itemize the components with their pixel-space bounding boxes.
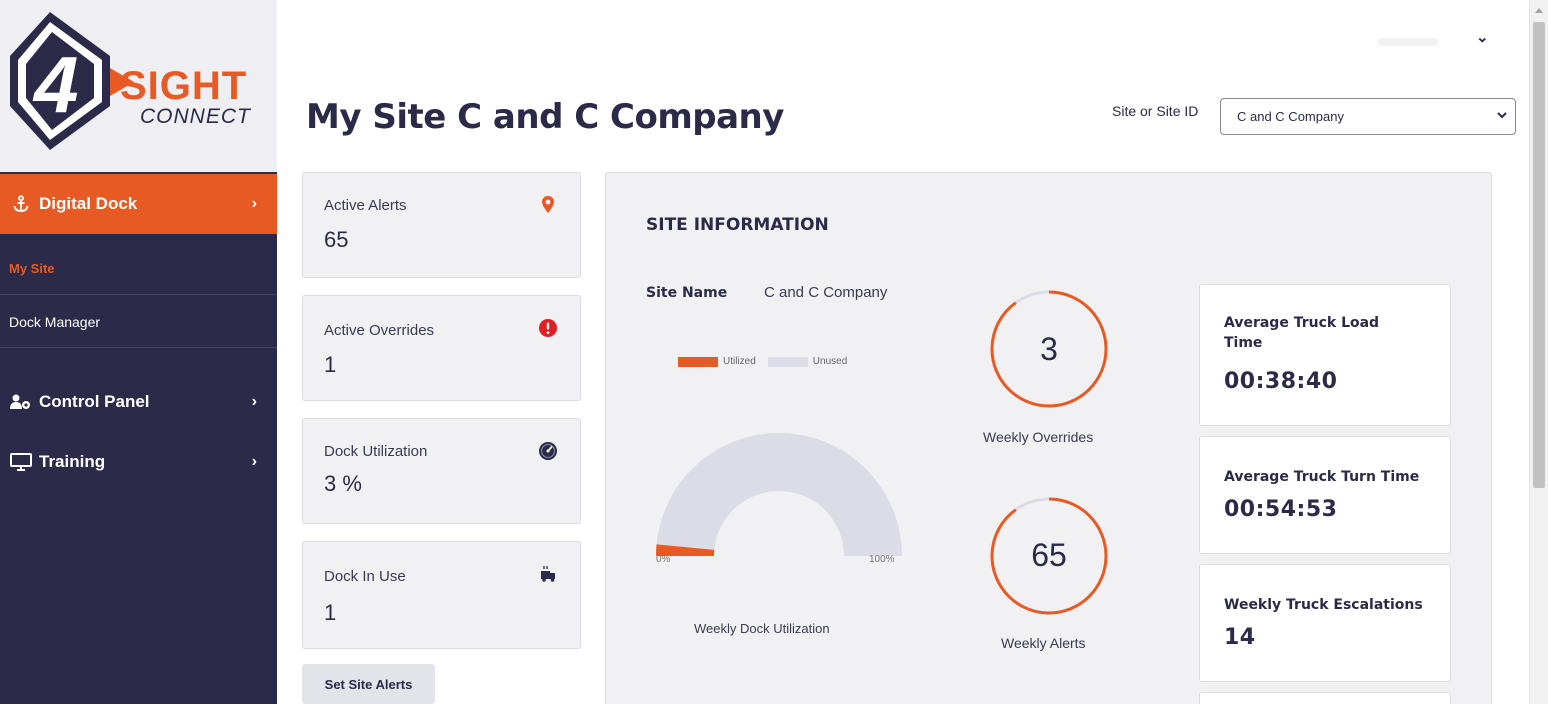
stat-value: 1 <box>324 600 337 625</box>
user-name[interactable] <box>1378 38 1438 46</box>
chevron-down-icon <box>1497 112 1507 119</box>
sidebar-item-label: My Site <box>9 261 55 276</box>
weekly-alerts-value: 65 <box>1031 537 1067 573</box>
logo[interactable]: 4 SIGHT CONNECT <box>0 0 277 172</box>
alert-circle-icon <box>539 319 557 337</box>
chevron-right-icon: › <box>251 453 257 470</box>
weekly-overrides-value: 3 <box>1040 331 1058 367</box>
legend-label-utilized: Utilized <box>723 356 756 367</box>
weekly-overrides-caption: Weekly Overrides <box>983 429 1094 445</box>
sidebar-item-label: Digital Dock <box>39 194 138 213</box>
metric-label: Weekly Truck Escalations <box>1224 597 1423 613</box>
metric-card-partial <box>1199 692 1451 704</box>
gauge-unused-arc <box>656 433 902 556</box>
gauge-icon <box>539 442 557 460</box>
dock-utilization-card[interactable]: Dock Utilization 3 % <box>302 418 581 524</box>
sidebar: 4 SIGHT CONNECT Digital Dock › My Site D… <box>0 0 277 704</box>
gauge-caption: Weekly Dock Utilization <box>694 621 830 636</box>
average-truck-turn-time-card: Average Truck Turn Time 00:54:53 <box>1199 436 1451 554</box>
page-title: My Site C and C Company <box>306 97 784 137</box>
chevron-right-icon: › <box>251 195 257 212</box>
metric-label: Average Truck Load Time <box>1224 315 1380 351</box>
sidebar-item-label: Dock Manager <box>9 313 101 330</box>
map-pin-icon <box>542 196 554 213</box>
gauge-min-label: 0% <box>656 554 671 565</box>
weekly-truck-escalations-card: Weekly Truck Escalations 14 <box>1199 564 1451 682</box>
chevron-down-icon[interactable]: ⌄ <box>1476 28 1489 46</box>
dock-utilization-gauge <box>656 433 902 556</box>
legend-label-unused: Unused <box>812 356 848 367</box>
site-name-value: C and C Company <box>764 284 888 301</box>
users-gear-icon <box>9 392 33 412</box>
site-select-label: Site or Site ID <box>1112 103 1199 119</box>
legend-swatch-utilized <box>678 356 718 367</box>
gauge-legend: Utilized Unused <box>678 356 847 367</box>
sidebar-item-label: Control Panel <box>39 392 150 411</box>
legend-swatch-unused <box>767 356 808 367</box>
site-information-panel: SITE INFORMATION Site Name C and C Compa… <box>605 172 1492 704</box>
gauge-max-label: 100% <box>869 554 895 565</box>
stat-value: 1 <box>324 352 337 377</box>
stat-label: Dock In Use <box>324 568 406 585</box>
active-alerts-card[interactable]: Active Alerts 65 <box>302 172 581 278</box>
site-select[interactable]: C and C Company <box>1220 98 1516 135</box>
active-overrides-card[interactable]: Active Overrides 1 <box>302 295 581 401</box>
average-truck-load-time-card: Average Truck Load Time 00:38:40 <box>1199 284 1451 426</box>
sidebar-item-my-site[interactable]: My Site <box>0 243 277 295</box>
stat-value: 65 <box>324 227 349 252</box>
logo-sight-text: SIGHT <box>120 64 248 108</box>
metric-label: Average Truck Turn Time <box>1224 469 1420 485</box>
metric-value: 00:54:53 <box>1224 497 1338 522</box>
site-select-value: C and C Company <box>1237 109 1344 124</box>
stat-label: Dock Utilization <box>324 443 428 460</box>
sidebar-item-digital-dock[interactable]: Digital Dock › <box>0 174 277 234</box>
stat-value: 3 % <box>324 471 362 496</box>
weekly-alerts-caption: Weekly Alerts <box>1001 635 1086 651</box>
metric-value: 14 <box>1224 625 1256 650</box>
section-title: SITE INFORMATION <box>646 215 829 235</box>
sidebar-item-training[interactable]: Training › <box>0 432 277 492</box>
chevron-right-icon: › <box>251 393 257 410</box>
dock-in-use-card[interactable]: Dock In Use 1 <box>302 541 581 649</box>
anchor-icon <box>9 194 33 214</box>
svg-text:4: 4 <box>32 40 79 129</box>
stat-label: Active Overrides <box>324 322 435 339</box>
stat-label: Active Alerts <box>324 197 407 214</box>
set-site-alerts-button[interactable]: Set Site Alerts <box>302 664 435 704</box>
site-name-label: Site Name <box>646 285 728 301</box>
scroll-up-arrow-icon[interactable] <box>1535 8 1543 13</box>
sidebar-item-dock-manager[interactable]: Dock Manager <box>0 296 277 348</box>
truck-icon <box>541 566 555 582</box>
sidebar-item-control-panel[interactable]: Control Panel › <box>0 372 277 432</box>
sidebar-item-label: Training <box>39 452 106 471</box>
metric-value: 00:38:40 <box>1224 369 1338 394</box>
monitor-icon <box>9 452 33 472</box>
scrollbar[interactable] <box>1529 0 1548 704</box>
logo-connect-text: CONNECT <box>140 105 251 128</box>
scrollbar-thumb[interactable] <box>1533 22 1545 488</box>
